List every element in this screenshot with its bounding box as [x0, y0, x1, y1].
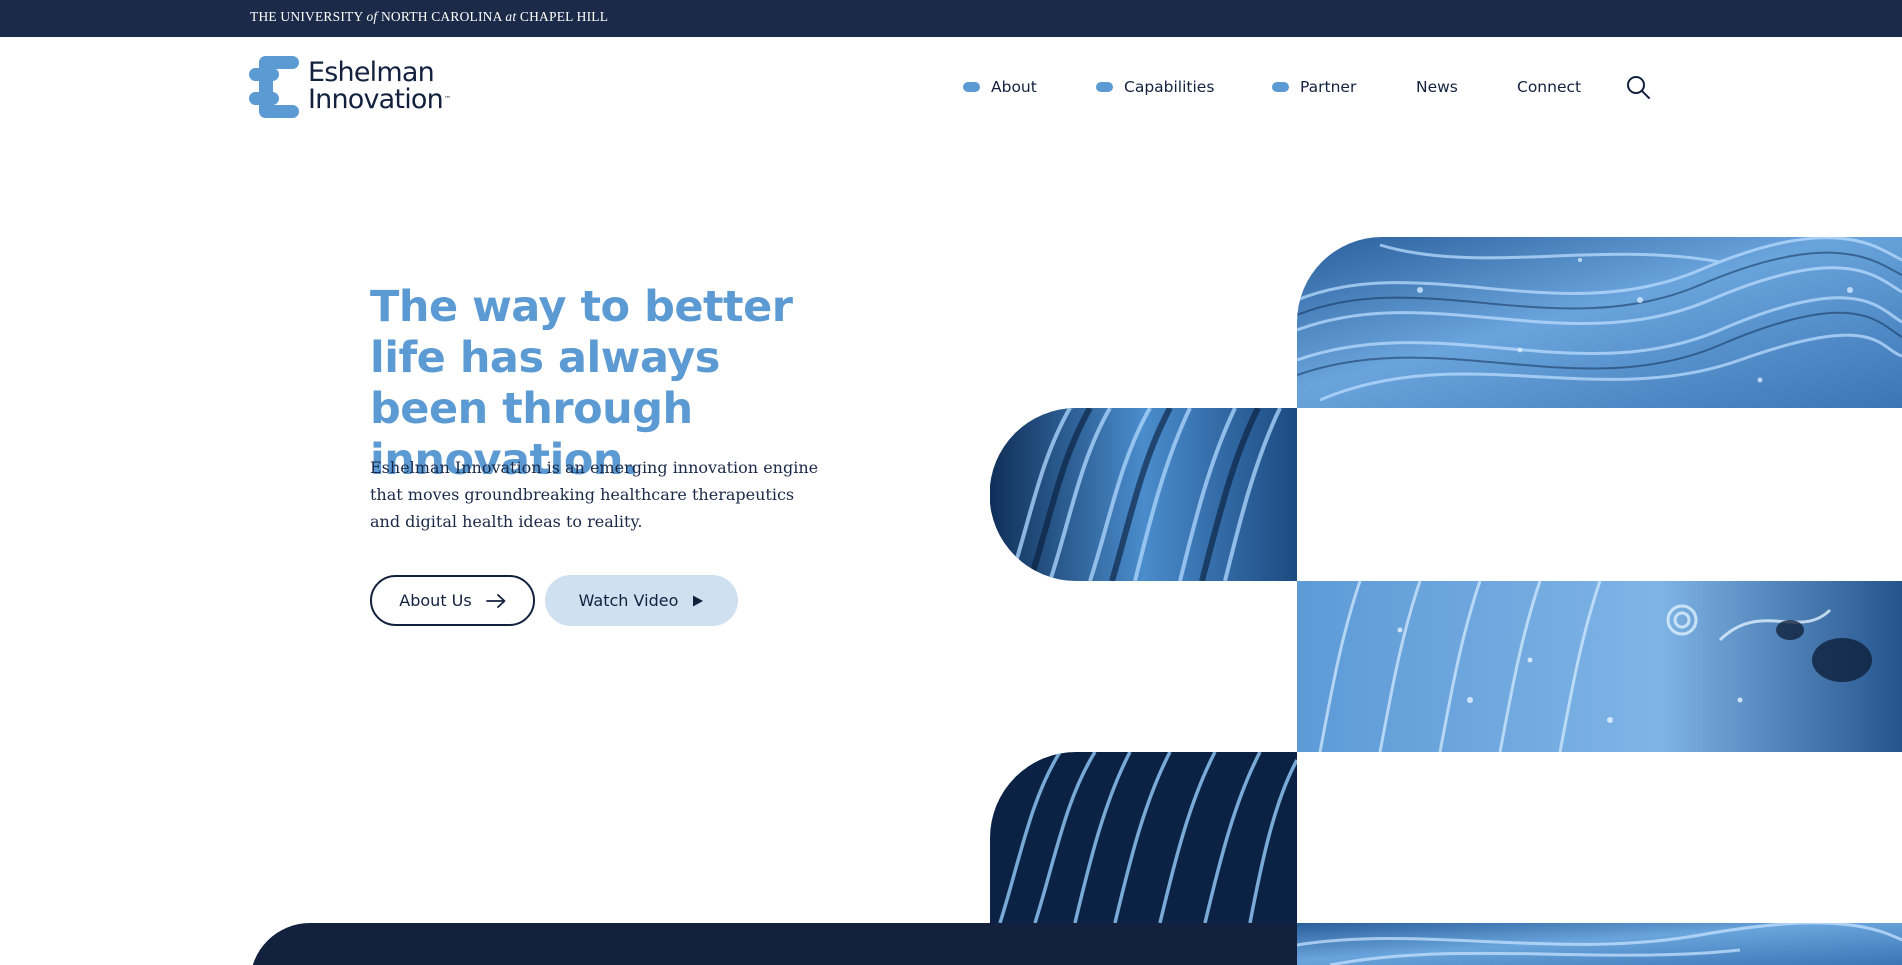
- fluid-image-tile-2: [990, 408, 1297, 581]
- fluid-image-tile-5: [1297, 923, 1902, 965]
- logo-e-icon: [249, 56, 299, 118]
- search-icon[interactable]: [1625, 74, 1651, 100]
- fluid-image-tile-1: [1297, 237, 1902, 408]
- about-us-label: About Us: [399, 591, 472, 610]
- nav-label-news: News: [1416, 78, 1458, 96]
- dropdown-indicator-icon: [1272, 82, 1289, 92]
- arrow-right-icon: [485, 593, 506, 608]
- nav-item-about[interactable]: About: [963, 76, 1037, 98]
- dropdown-indicator-icon: [1096, 82, 1113, 92]
- play-icon: [692, 595, 704, 607]
- dark-section-edge: [250, 923, 1300, 965]
- nav-label-capabilities: Capabilities: [1124, 78, 1215, 96]
- logo-line-2: Innovation: [308, 84, 444, 115]
- university-link[interactable]: THE UNIVERSITY of NORTH CAROLINA at CHAP…: [250, 9, 608, 25]
- site-logo[interactable]: Eshelman Innovation™: [249, 56, 489, 122]
- hero-image-mosaic: [990, 237, 1902, 965]
- hero-description: Eshelman Innovation is an emerging innov…: [370, 458, 819, 531]
- nav-item-news[interactable]: News: [1416, 76, 1458, 98]
- nav-item-capabilities[interactable]: Capabilities: [1096, 76, 1214, 98]
- university-bar: THE UNIVERSITY of NORTH CAROLINA at CHAP…: [0, 0, 1902, 37]
- about-us-button[interactable]: About Us: [370, 575, 535, 626]
- watch-video-button[interactable]: Watch Video: [545, 575, 738, 626]
- nav-label-partner: Partner: [1300, 78, 1357, 96]
- logo-trademark: ™: [443, 95, 451, 103]
- nav-item-connect[interactable]: Connect: [1517, 76, 1581, 98]
- nav-label-about: About: [991, 78, 1037, 96]
- university-text-of: of: [366, 9, 378, 24]
- nav-label-connect: Connect: [1517, 78, 1582, 96]
- fluid-image-tile-4: [990, 752, 1297, 923]
- university-text-1: THE UNIVERSITY: [250, 9, 367, 24]
- nav-item-partner[interactable]: Partner: [1272, 76, 1356, 98]
- university-text-2: NORTH CAROLINA: [377, 9, 506, 24]
- logo-wordmark: Eshelman Innovation™: [308, 59, 451, 113]
- university-text-3: CHAPEL HILL: [516, 9, 609, 24]
- dropdown-indicator-icon: [963, 82, 980, 92]
- university-text-at: at: [505, 9, 517, 24]
- logo-line-1: Eshelman: [308, 57, 435, 88]
- fluid-image-tile-3: [1297, 581, 1902, 752]
- watch-video-label: Watch Video: [578, 591, 679, 610]
